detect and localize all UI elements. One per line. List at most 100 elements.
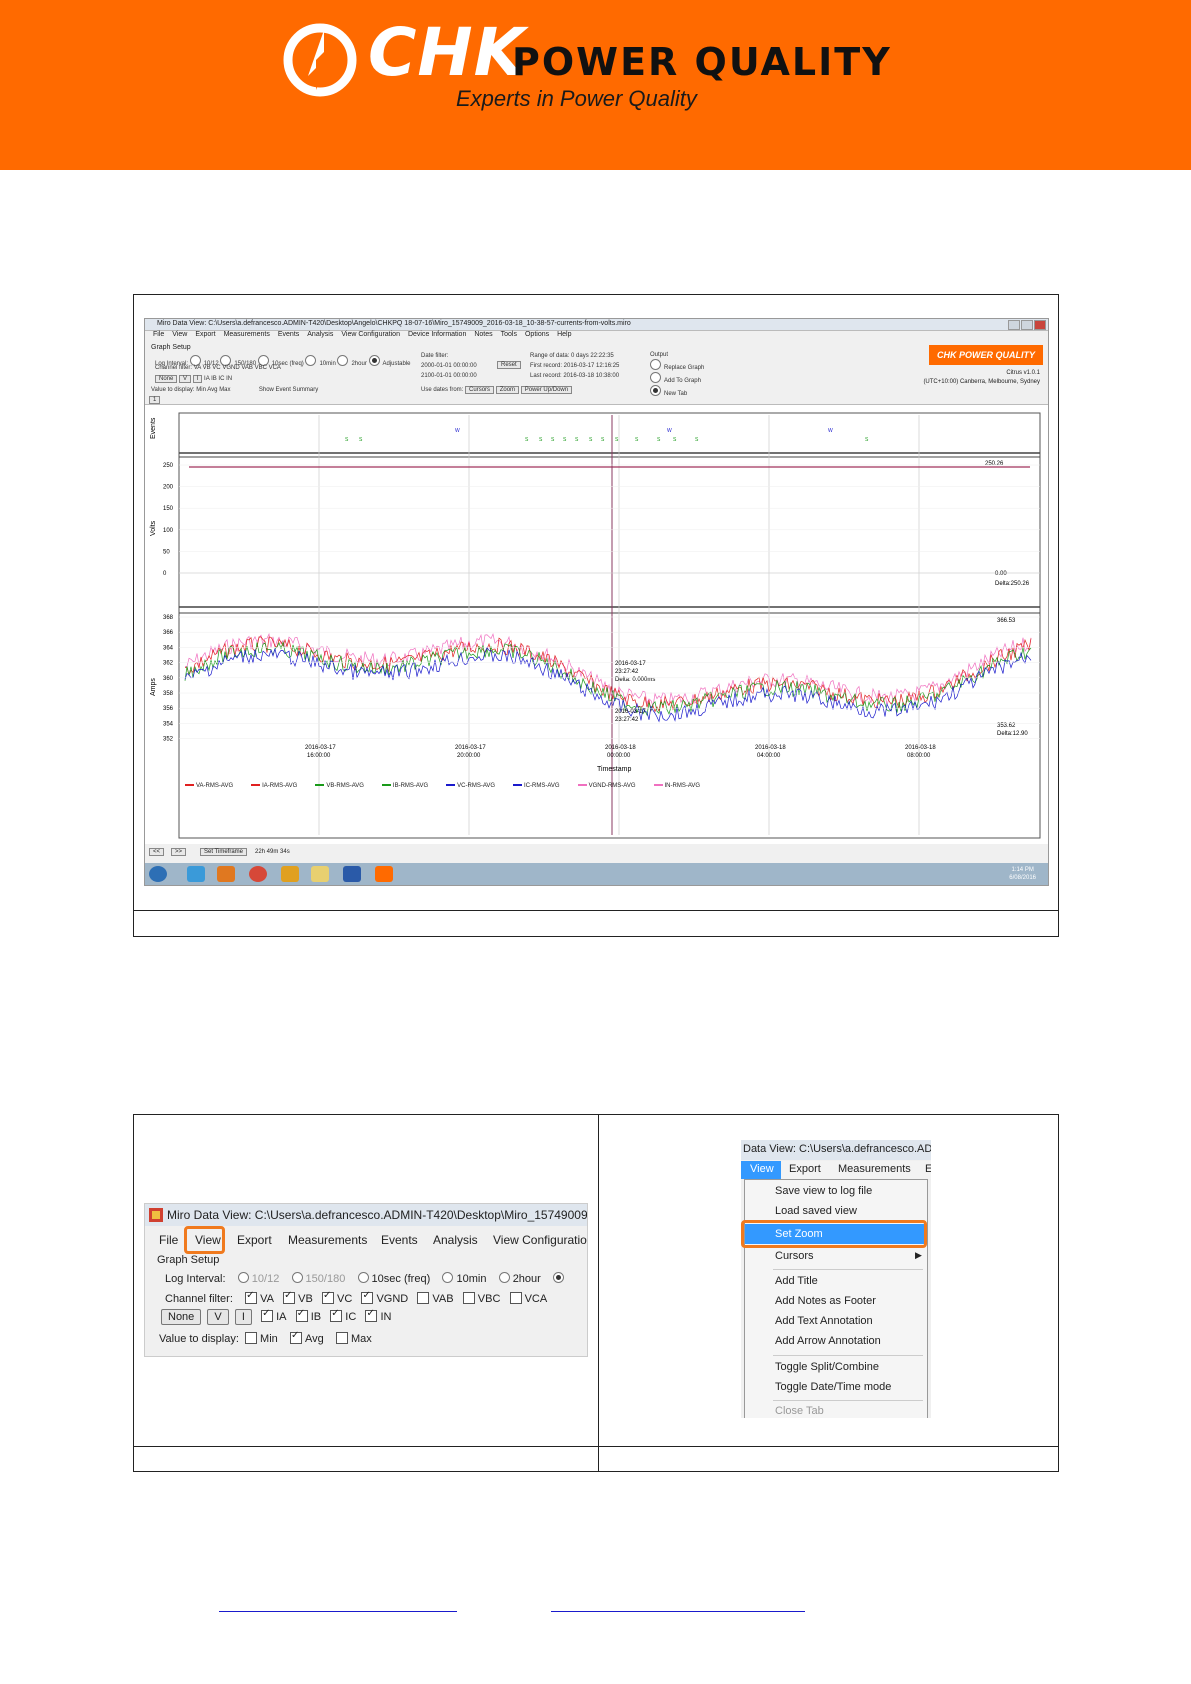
plot-area[interactable]: SSSSSSSSSSSSSSSWWW Events Volts Amps 250… [145,404,1048,845]
val-min[interactable]: Min [196,387,206,393]
v-button[interactable]: V [179,375,192,383]
show-event-summary[interactable]: Show Event Summary [259,387,318,393]
menu-file[interactable]: File [153,331,164,338]
cursors-button[interactable]: Cursors [465,386,495,394]
checkbox-ia[interactable] [261,1308,274,1322]
menu-item-add-title[interactable]: Add Title [775,1275,818,1287]
ch-vgnd[interactable]: VGND [222,365,239,371]
explorer-icon[interactable] [311,866,329,882]
ch-vca[interactable]: VCA [269,365,281,371]
menu-options[interactable]: Options [525,331,549,338]
checkbox-in[interactable] [365,1308,378,1322]
tab-1[interactable]: 1 [149,396,161,404]
menu-item-toggle-split[interactable]: Toggle Split/Combine [775,1361,879,1373]
clock[interactable]: 1:14 PM 6/08/2016 [1009,866,1036,882]
next-button[interactable]: >> [171,848,187,856]
ch-va[interactable]: VA [194,365,201,371]
ch-in[interactable]: IN [226,376,232,382]
menu-item-load-view[interactable]: Load saved view [775,1205,857,1217]
menu-item-close-tab[interactable]: Close Tab [775,1405,824,1417]
power-updown-button[interactable]: Power Up/Down [520,386,573,394]
menu-device-information[interactable]: Device Information [408,331,466,338]
folder-icon[interactable] [281,866,299,882]
radio-replace-graph[interactable] [650,359,661,370]
menu-item-add-text-annotation[interactable]: Add Text Annotation [775,1315,873,1327]
menu-file[interactable]: File [159,1233,178,1247]
radio-2hour[interactable] [337,355,349,366]
checkbox-vgnd[interactable] [361,1290,374,1304]
menu-view[interactable]: View [750,1163,774,1175]
radio-2hour[interactable] [498,1272,510,1283]
checkbox-ib[interactable] [295,1308,308,1322]
checkbox-vb[interactable] [283,1290,296,1304]
none-button[interactable]: None [161,1309,202,1325]
checkbox-vca[interactable] [509,1292,522,1304]
menu-notes[interactable]: Notes [474,331,492,338]
menu-item-save-view[interactable]: Save view to log file [775,1185,872,1197]
ch-ib[interactable]: IB [211,376,217,382]
menu-export[interactable]: Export [237,1233,272,1247]
date-from-input[interactable]: 2000-01-01 00:00:00 [421,361,477,371]
checkbox-vbc[interactable] [462,1292,475,1304]
date-to-input[interactable]: 2100-01-01 00:00:00 [421,371,477,381]
radio-10min[interactable] [305,355,317,366]
menu-help[interactable]: Help [557,331,571,338]
ch-vc[interactable]: VC [212,365,220,371]
menu-item-add-notes[interactable]: Add Notes as Footer [775,1295,876,1307]
checkbox-max[interactable] [336,1332,348,1344]
menu-e[interactable]: E [925,1163,931,1175]
ch-ia[interactable]: IA [204,376,209,382]
ie-icon[interactable] [187,866,205,882]
ch-ic[interactable]: IC [218,376,224,382]
radio-10sec[interactable] [357,1272,369,1283]
zoom-button[interactable]: Zoom [495,386,520,394]
close-icon[interactable] [1034,320,1046,330]
start-icon[interactable] [149,866,167,882]
menu-analysis[interactable]: Analysis [433,1233,478,1247]
radio-10min[interactable] [442,1272,454,1283]
radio-adjustable[interactable] [368,355,380,366]
ch-vbc[interactable]: VBC [255,365,267,371]
menu-item-cursors[interactable]: Cursors [775,1250,814,1262]
menu-measurements[interactable]: Measurements [288,1233,367,1247]
menu-item-add-arrow-annotation[interactable]: Add Arrow Annotation [775,1335,881,1347]
menu-export[interactable]: Export [195,331,215,338]
menu-analysis[interactable]: Analysis [307,331,333,338]
ch-vab[interactable]: VAB [241,365,253,371]
checkbox-vab[interactable] [417,1292,430,1304]
set-timeframe-button[interactable]: Set Timeframe [200,848,248,856]
menu-view[interactable]: View [172,331,187,338]
maximize-icon[interactable] [1021,320,1033,330]
checkbox-avg[interactable] [290,1330,302,1344]
radio-150-180[interactable] [291,1272,303,1283]
word-icon[interactable] [343,866,361,882]
i-button[interactable]: I [192,375,203,383]
menu-events[interactable]: Events [278,331,299,338]
checkbox-min[interactable] [245,1332,258,1344]
radio-new-tab[interactable] [650,385,661,396]
citrus-app-icon[interactable] [375,866,393,882]
menu-tools[interactable]: Tools [501,331,517,338]
menu-item-toggle-datetime[interactable]: Toggle Date/Time mode [775,1381,891,1393]
prev-button[interactable]: << [149,848,165,856]
checkbox-vc[interactable] [322,1290,334,1304]
checkbox-ic[interactable] [330,1308,343,1322]
minimize-icon[interactable] [1008,320,1020,330]
menu-view-configuration[interactable]: View Configuratior [493,1233,587,1247]
checkbox-va[interactable] [245,1290,258,1304]
menu-events[interactable]: Events [381,1233,418,1247]
ch-vb[interactable]: VB [203,365,211,371]
menu-view-configuration[interactable]: View Configuration [341,331,400,338]
none-button[interactable]: None [155,375,178,383]
radio-10-12[interactable] [237,1272,249,1283]
val-avg[interactable]: Avg [207,387,217,393]
footer-link-2[interactable] [551,1611,805,1612]
media-icon[interactable] [217,866,235,882]
chrome-icon[interactable] [249,866,267,882]
footer-link-1[interactable] [219,1611,457,1612]
menu-measurements[interactable]: Measurements [838,1163,911,1175]
radio-add-graph[interactable] [650,372,661,383]
reset-button[interactable]: Reset [497,361,521,369]
i-button[interactable]: I [234,1309,252,1325]
menu-measurements[interactable]: Measurements [224,331,270,338]
